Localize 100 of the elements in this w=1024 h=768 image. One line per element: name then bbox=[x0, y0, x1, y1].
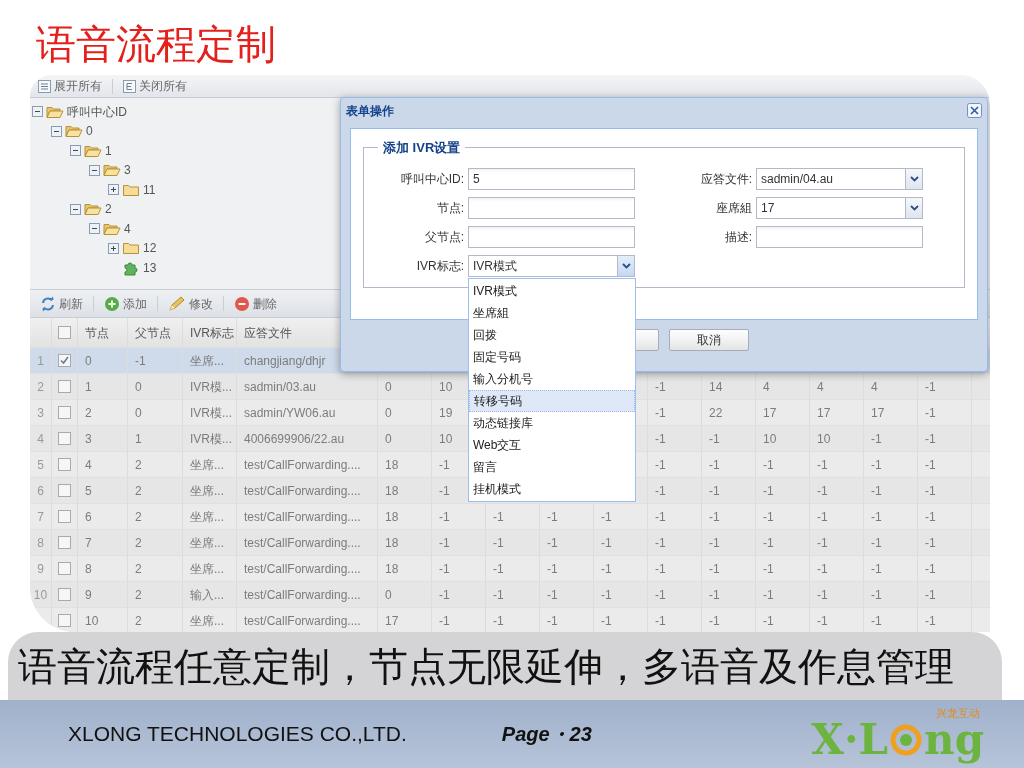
table-cell-text: 7 bbox=[85, 534, 92, 552]
table-cell-text: changjiang/dhjr bbox=[244, 352, 326, 370]
table-cell-text: -1 bbox=[763, 586, 774, 604]
row-number: 3 bbox=[37, 404, 44, 422]
table-cell-text: test/CallForwarding.... bbox=[244, 508, 361, 526]
table-cell-text: -1 bbox=[817, 482, 828, 500]
table-cell-text: -1 bbox=[709, 508, 720, 526]
table-cell-text: 0 bbox=[385, 430, 392, 448]
table-cell-text: 9 bbox=[85, 586, 92, 604]
table-cell-text: -1 bbox=[925, 586, 936, 604]
table-cell-text: -1 bbox=[709, 586, 720, 604]
table-cell-text: 坐席... bbox=[190, 482, 224, 500]
table-cell-text: test/CallForwarding.... bbox=[244, 482, 361, 500]
table-cell-text: 17 bbox=[871, 404, 885, 422]
table-cell-text: -1 bbox=[925, 508, 936, 526]
table-cell-text: 2 bbox=[135, 456, 142, 474]
table-cell-text: IVR模... bbox=[190, 378, 232, 396]
table-cell-text: 坐席... bbox=[190, 612, 224, 630]
table-cell-text: -1 bbox=[709, 560, 720, 578]
table-cell-text: -1 bbox=[871, 456, 882, 474]
table-cell-text: 18 bbox=[385, 456, 399, 474]
row-number: 8 bbox=[37, 534, 44, 552]
table-cell-text: -1 bbox=[817, 456, 828, 474]
table-cell-text: test/CallForwarding.... bbox=[244, 612, 361, 630]
table-cell-text: -1 bbox=[439, 534, 450, 552]
field-label: 座席組 bbox=[715, 200, 752, 217]
table-cell-text: -1 bbox=[871, 534, 882, 552]
table-cell-text: -1 bbox=[709, 612, 720, 630]
table-cell-text: -1 bbox=[493, 560, 504, 578]
table-cell-text: -1 bbox=[655, 378, 666, 396]
table-cell-text: 10 bbox=[439, 430, 453, 448]
table-cell-text: 0 bbox=[385, 378, 392, 396]
table-cell-text: 2 bbox=[135, 482, 142, 500]
table-cell-text: -1 bbox=[655, 534, 666, 552]
table-cell-text: 4 bbox=[763, 378, 770, 396]
table-cell-text: 17 bbox=[817, 404, 831, 422]
table-cell-text: 2 bbox=[135, 612, 142, 630]
table-cell-text: sadmin/03.au bbox=[244, 378, 317, 396]
table-cell-text: 0 bbox=[135, 404, 142, 422]
table-cell-text: 4 bbox=[817, 378, 824, 396]
table-cell-text: 3 bbox=[85, 430, 92, 448]
table-cell-text: 坐席... bbox=[190, 508, 224, 526]
table-cell-text: -1 bbox=[925, 378, 936, 396]
table-cell-text: 0 bbox=[385, 586, 392, 604]
table-cell-text: -1 bbox=[439, 482, 450, 500]
field-label: 节点: bbox=[435, 200, 464, 217]
table-cell-text: -1 bbox=[655, 560, 666, 578]
table-cell-text: -1 bbox=[709, 534, 720, 552]
table-cell-text: test/CallForwarding.... bbox=[244, 560, 361, 578]
table-cell-text: 10 bbox=[439, 378, 453, 396]
table-cell-text: -1 bbox=[655, 404, 666, 422]
table-cell-text: -1 bbox=[601, 612, 612, 630]
table-cell-text: -1 bbox=[493, 508, 504, 526]
table-cell-text: -1 bbox=[709, 482, 720, 500]
field-label: IVR标志: bbox=[415, 258, 464, 275]
table-cell-text: 8 bbox=[85, 560, 92, 578]
table-cell-text: -1 bbox=[925, 482, 936, 500]
table-cell-text: 2 bbox=[135, 586, 142, 604]
row-number: 4 bbox=[37, 430, 44, 448]
page-number: Page・23 bbox=[501, 722, 592, 747]
table-cell-text: 22 bbox=[709, 404, 723, 422]
table-cell-text: -1 bbox=[871, 508, 882, 526]
table-cell-text: 坐席... bbox=[190, 352, 224, 370]
field-label: 呼叫中心ID: bbox=[399, 171, 464, 188]
table-cell-text: -1 bbox=[601, 586, 612, 604]
table-cell-text: -1 bbox=[871, 586, 882, 604]
table-cell-text: 2 bbox=[135, 508, 142, 526]
table-cell-text: 坐席... bbox=[190, 560, 224, 578]
table-cell-text: -1 bbox=[439, 612, 450, 630]
table-cell-text: -1 bbox=[493, 612, 504, 630]
table-cell-text: 18 bbox=[385, 508, 399, 526]
table-cell-text: test/CallForwarding.... bbox=[244, 586, 361, 604]
table-cell-text: test/CallForwarding.... bbox=[244, 456, 361, 474]
table-cell-text: -1 bbox=[871, 482, 882, 500]
table-cell-text: -1 bbox=[817, 586, 828, 604]
table-cell-text: 1 bbox=[135, 430, 142, 448]
table-cell-text: -1 bbox=[547, 508, 558, 526]
slide-title: 语音流程定制 bbox=[36, 24, 276, 64]
table-cell-text: -1 bbox=[871, 560, 882, 578]
table-cell-text: -1 bbox=[817, 560, 828, 578]
table-cell-text: 17 bbox=[763, 404, 777, 422]
table-cell-text: 6 bbox=[85, 508, 92, 526]
table-cell-text: -1 bbox=[601, 534, 612, 552]
table-cell-text: -1 bbox=[817, 612, 828, 630]
table-cell-text: -1 bbox=[925, 456, 936, 474]
table-cell-text: 4 bbox=[871, 378, 878, 396]
table-cell-text: IVR模... bbox=[190, 404, 232, 422]
table-cell-text: -1 bbox=[439, 508, 450, 526]
table-cell-text: -1 bbox=[925, 534, 936, 552]
table-cell-text: -1 bbox=[547, 612, 558, 630]
table-cell-text: 10 bbox=[763, 430, 777, 448]
table-cell-text: -1 bbox=[439, 456, 450, 474]
table-cell-text: -1 bbox=[925, 430, 936, 448]
table-cell-text: 18 bbox=[385, 534, 399, 552]
table-cell-text: -1 bbox=[763, 612, 774, 630]
table-cell-text: test/CallForwarding.... bbox=[244, 534, 361, 552]
table-cell-text: -1 bbox=[763, 482, 774, 500]
table-cell-text: -1 bbox=[601, 508, 612, 526]
table-cell-text: -1 bbox=[817, 534, 828, 552]
table-cell-text: -1 bbox=[601, 560, 612, 578]
